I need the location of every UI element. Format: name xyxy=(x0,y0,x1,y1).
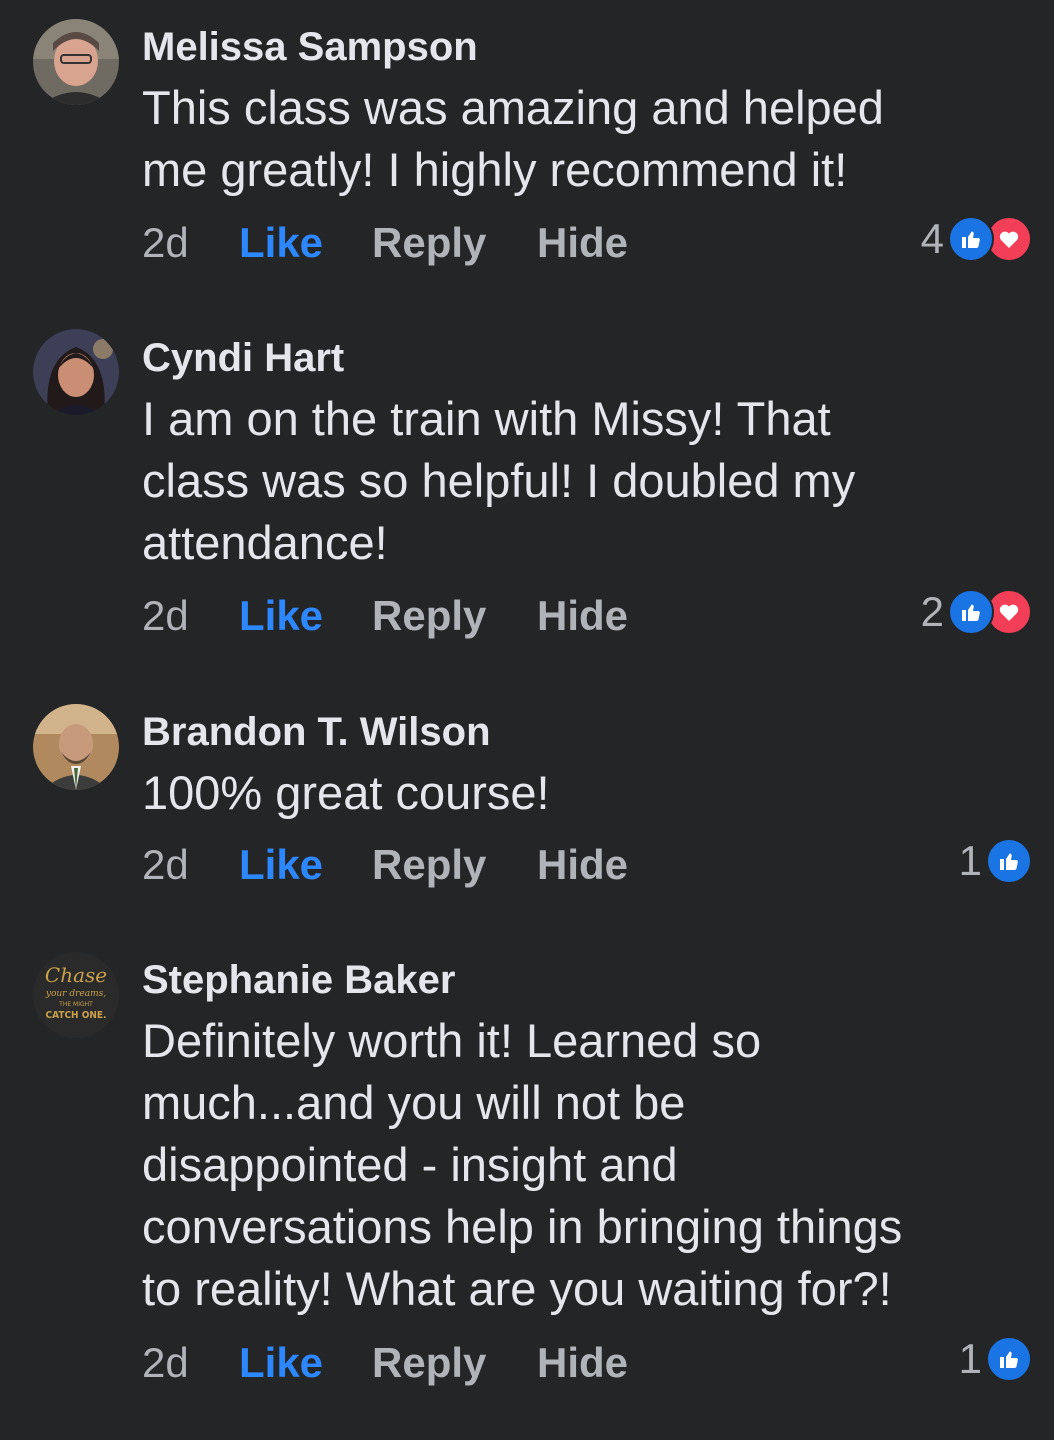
hide-button[interactable]: Hide xyxy=(537,1338,628,1388)
hide-button[interactable]: Hide xyxy=(537,840,628,890)
reactions-summary[interactable]: 4 xyxy=(921,214,1032,264)
reactions-summary[interactable]: 1 xyxy=(959,1334,1032,1384)
reaction-count: 4 xyxy=(920,215,944,262)
reaction-count: 1 xyxy=(958,837,982,884)
hide-button[interactable]: Hide xyxy=(537,591,628,641)
like-icon xyxy=(986,1336,1032,1382)
avatar[interactable] xyxy=(33,704,119,790)
reply-button[interactable]: Reply xyxy=(372,218,486,268)
like-icon xyxy=(986,838,1032,884)
comment-timestamp[interactable]: 2d xyxy=(142,840,189,890)
reply-button[interactable]: Reply xyxy=(372,1338,486,1388)
avatar-script-dreams: your dreams, xyxy=(45,989,106,999)
comment-timestamp[interactable]: 2d xyxy=(142,591,189,641)
comment-timestamp[interactable]: 2d xyxy=(142,1338,189,1388)
reply-button[interactable]: Reply xyxy=(372,591,486,641)
avatar[interactable]: Chase your dreams, THE MIGHT CATCH ONE. xyxy=(33,952,119,1038)
reaction-count: 1 xyxy=(958,1335,982,1382)
like-button[interactable]: Like xyxy=(239,218,323,268)
avatar-script-might: THE MIGHT xyxy=(58,1001,93,1008)
comment-author[interactable]: Cyndi Hart xyxy=(142,334,344,382)
reaction-count: 2 xyxy=(920,588,944,635)
reply-button[interactable]: Reply xyxy=(372,840,486,890)
comment-text: I am on the train with Missy! That class… xyxy=(142,392,856,569)
reactions-summary[interactable]: 2 xyxy=(921,587,1032,637)
hide-button[interactable]: Hide xyxy=(537,218,628,268)
like-button[interactable]: Like xyxy=(239,591,323,641)
comment-timestamp[interactable]: 2d xyxy=(142,218,189,268)
avatar-script-chase: Chase xyxy=(45,963,107,987)
like-button[interactable]: Like xyxy=(239,1338,323,1388)
reactions-summary[interactable]: 1 xyxy=(959,836,1032,886)
comment-text: This class was amazing and helped me gre… xyxy=(142,81,884,196)
avatar-script-catch: CATCH ONE. xyxy=(46,1010,107,1021)
like-icon xyxy=(948,589,994,635)
comment-text: Definitely worth it! Learned so much...a… xyxy=(142,1014,903,1315)
avatar[interactable] xyxy=(33,19,119,105)
comment-author[interactable]: Brandon T. Wilson xyxy=(142,708,491,756)
comment-author[interactable]: Melissa Sampson xyxy=(142,23,478,71)
like-button[interactable]: Like xyxy=(239,840,323,890)
avatar[interactable] xyxy=(33,329,119,415)
comment-author[interactable]: Stephanie Baker xyxy=(142,956,455,1004)
like-icon xyxy=(948,216,994,262)
comment-text: 100% great course! xyxy=(142,766,550,819)
